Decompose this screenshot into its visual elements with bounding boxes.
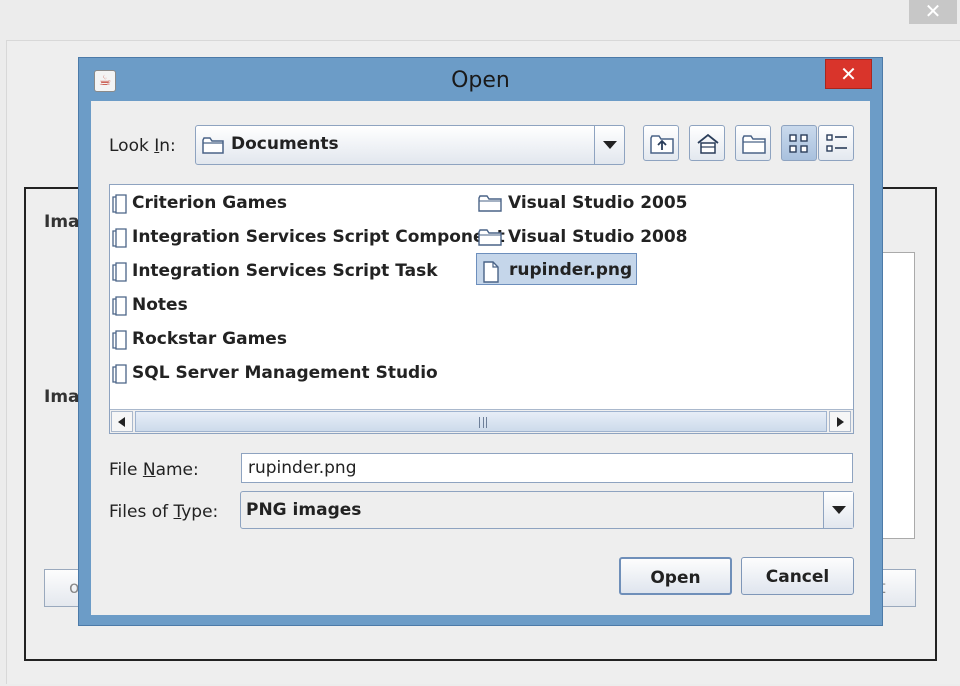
scroll-left-button[interactable] — [111, 411, 133, 432]
up-folder-button[interactable] — [643, 125, 679, 161]
home-button[interactable] — [689, 125, 725, 161]
folder-icon — [112, 296, 127, 316]
folder-icon — [112, 330, 127, 350]
file-item-rockstar-games[interactable]: Rockstar Games — [110, 323, 291, 355]
folder-icon — [112, 194, 127, 214]
file-type-value: PNG images — [246, 500, 362, 520]
dialog-content: Look In: Documents Criterion Games Integ… — [91, 101, 870, 615]
file-item-criterion-games[interactable]: Criterion Games — [110, 187, 291, 219]
chevron-down-icon[interactable] — [823, 492, 853, 528]
file-item-visual-studio-2008[interactable]: Visual Studio 2008 — [476, 221, 692, 253]
file-item-integration-services-script-task[interactable]: Integration Services Script Task — [110, 255, 442, 287]
scroll-right-button[interactable] — [829, 411, 851, 432]
background-close-button[interactable]: ✕ — [909, 0, 957, 24]
file-item-visual-studio-2005[interactable]: Visual Studio 2005 — [476, 187, 692, 219]
folder-icon — [112, 228, 127, 248]
grip-icon — [479, 417, 487, 428]
details-view-icon — [826, 134, 847, 152]
look-in-combo[interactable]: Documents — [195, 125, 625, 165]
background-label-bottom: Ima — [44, 387, 80, 407]
up-folder-icon — [650, 135, 674, 154]
new-folder-button[interactable] — [735, 125, 771, 161]
file-type-combo[interactable]: PNG images — [240, 491, 854, 529]
title-bar[interactable]: ☕ Open ✕ — [79, 58, 882, 100]
horizontal-scrollbar[interactable] — [110, 409, 853, 433]
open-button[interactable]: Open — [619, 557, 732, 595]
file-item-sql-server-management-studio[interactable]: SQL Server Management Studio — [110, 357, 442, 389]
file-name-input[interactable]: rupinder.png — [241, 453, 853, 483]
folder-icon — [202, 137, 224, 154]
cancel-button[interactable]: Cancel — [741, 557, 854, 595]
look-in-value: Documents — [231, 134, 339, 154]
look-in-label: Look In: — [109, 136, 176, 156]
list-view-icon — [789, 134, 808, 153]
folder-icon — [478, 195, 502, 212]
home-icon — [697, 133, 719, 154]
chevron-down-icon[interactable] — [594, 126, 624, 164]
list-view-button[interactable] — [781, 125, 817, 161]
close-button[interactable]: ✕ — [825, 59, 872, 89]
details-view-button[interactable] — [818, 125, 854, 161]
dialog-title: Open — [451, 68, 510, 93]
file-item-rupinder-png[interactable]: rupinder.png — [476, 253, 638, 285]
file-name-label: File Name: — [109, 460, 199, 480]
open-dialog: ☕ Open ✕ Look In: Documents Criterion Ga… — [78, 57, 883, 626]
scroll-thumb[interactable] — [135, 411, 827, 432]
new-folder-icon — [742, 135, 766, 154]
file-item-integration-services-script-component[interactable]: Integration Services Script Component — [110, 221, 509, 253]
file-list[interactable]: Criterion Games Integration Services Scr… — [109, 184, 854, 434]
file-type-label: Files of Type: — [109, 502, 219, 522]
file-icon — [483, 261, 499, 283]
folder-icon — [478, 229, 502, 246]
folder-icon — [112, 364, 127, 384]
folder-icon — [112, 262, 127, 282]
file-item-notes[interactable]: Notes — [110, 289, 192, 321]
background-label-top: Ima — [44, 212, 80, 232]
